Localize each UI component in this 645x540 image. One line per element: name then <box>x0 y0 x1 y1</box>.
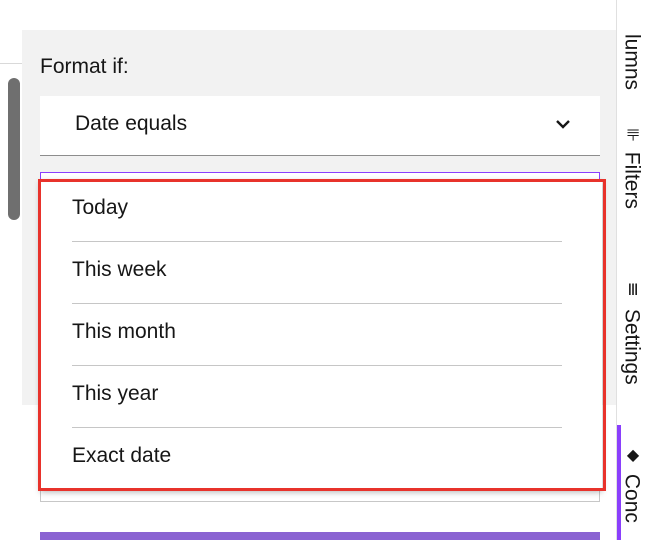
settings-icon: Ⅲ <box>623 280 641 299</box>
condition-select[interactable]: Date equals <box>40 96 600 156</box>
panel-header-area <box>22 0 616 30</box>
menu-option-exact-date[interactable]: Exact date <box>72 428 562 490</box>
paint-bucket-icon: ◆ <box>623 445 641 464</box>
menu-option-today[interactable]: Today <box>72 180 562 242</box>
chevron-down-icon <box>556 120 570 129</box>
scrollbar-thumb[interactable] <box>8 78 20 220</box>
tab-columns[interactable]: lumns <box>617 0 645 90</box>
tab-filters-label: Filters <box>620 151 644 209</box>
tab-conditional-formatting[interactable]: ◆ Conc <box>617 445 645 540</box>
date-condition-menu: Today This week This month This year Exa… <box>40 180 602 490</box>
format-if-label: Format if: <box>40 55 129 78</box>
menu-option-this-year[interactable]: This year <box>72 366 562 428</box>
tab-settings[interactable]: Ⅲ Settings <box>617 280 645 410</box>
filter-icon: ⊪ <box>623 128 641 142</box>
tab-columns-label: lumns <box>620 33 644 90</box>
side-tab-rail: lumns ⊪ Filters Ⅲ Settings ◆ Conc <box>616 0 645 540</box>
apply-button[interactable] <box>40 532 600 540</box>
menu-option-this-month[interactable]: This month <box>72 304 562 366</box>
tab-settings-label: Settings <box>620 308 644 385</box>
condition-select-value: Date equals <box>75 112 188 135</box>
tab-conditional-label: Conc <box>620 473 644 523</box>
tab-filters[interactable]: ⊪ Filters <box>617 128 645 238</box>
menu-option-this-week[interactable]: This week <box>72 242 562 304</box>
divider <box>0 63 22 64</box>
background-page-strip <box>0 0 22 540</box>
